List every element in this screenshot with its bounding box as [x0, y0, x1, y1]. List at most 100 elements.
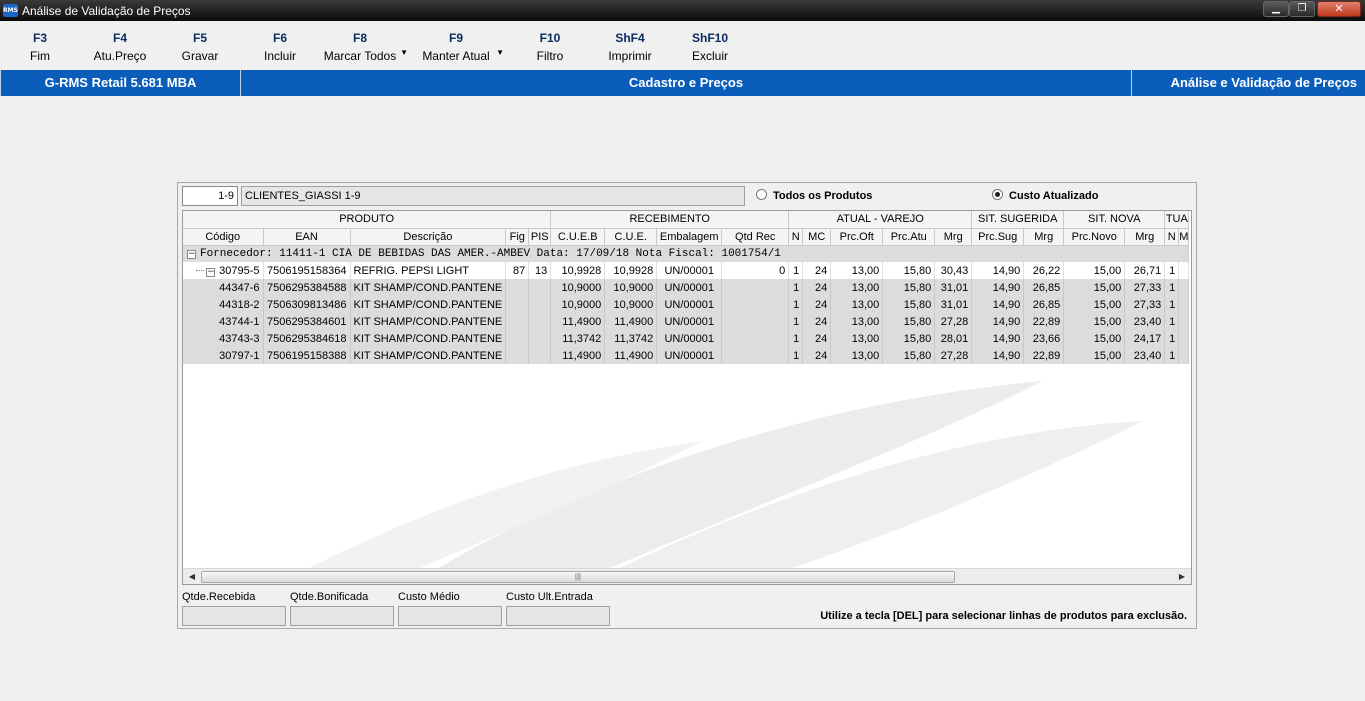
horizontal-scrollbar[interactable]: ◀ ||| ▶ [183, 568, 1191, 584]
table-cell: 14,90 [971, 279, 1025, 296]
table-cell [528, 347, 552, 364]
table-cell: 30,43 [934, 262, 973, 279]
table-row[interactable]: 43743-3 7506295384618 KIT SHAMP/COND.PANTE… [183, 330, 1190, 347]
table-row[interactable]: 44347-6 7506295384588 KIT SHAMP/COND.PANTE… [183, 279, 1190, 296]
table-cell: 13,00 [830, 313, 884, 330]
scroll-left-icon[interactable]: ◀ [185, 571, 199, 583]
table-cell: 27,28 [934, 313, 973, 330]
column-header[interactable]: Prc.Atu [882, 228, 936, 246]
toolbar-button-f5[interactable]: F5 Gravar [176, 30, 224, 64]
column-header[interactable]: N [1164, 228, 1180, 246]
table-cell: 24 [802, 262, 832, 279]
scroll-right-icon[interactable]: ▶ [1175, 571, 1189, 583]
table-cell: 26,71 [1124, 262, 1166, 279]
toolbar-button-f9[interactable]: F9 Manter Atual ▼ [414, 30, 504, 64]
column-header[interactable]: PIS [528, 228, 552, 246]
column-header[interactable]: Prc.Sug [971, 228, 1025, 246]
table-cell: −30795-5 [183, 262, 264, 279]
table-cell: 13 [528, 262, 552, 279]
column-header[interactable]: MC [802, 228, 832, 246]
table-cell: 10,9000 [550, 296, 606, 313]
dropdown-arrow-icon[interactable]: ▼ [496, 48, 504, 57]
table-cell: 15,00 [1063, 296, 1126, 313]
products-grid[interactable]: PRODUTO RECEBIMENTO ATUAL - VAREJO SIT. SUG… [182, 210, 1192, 585]
toolbar-label: Gravar [181, 49, 219, 63]
column-header[interactable]: Prc.Novo [1063, 228, 1126, 246]
column-header[interactable]: Prc.Oft [830, 228, 884, 246]
column-header[interactable]: Código [183, 228, 264, 246]
table-cell [505, 279, 530, 296]
column-header[interactable]: Embalagem [656, 228, 723, 246]
supplier-group-row[interactable]: − Fornecedor: 11411-1 CIA DE BEBIDAS DAS … [183, 245, 1190, 262]
table-cell: 15,80 [882, 330, 936, 347]
toolbar-button-f3[interactable]: F3 Fim [22, 30, 58, 64]
radio-all-products[interactable]: Todos os Produtos [756, 189, 872, 202]
store-code-field[interactable]: 1-9 [182, 186, 238, 206]
column-header[interactable]: C.U.E.B [550, 228, 606, 246]
table-row[interactable]: 43744-1 7506295384601 KIT SHAMP/COND.PANTE… [183, 313, 1190, 330]
toolbar-label: Incluir [263, 49, 296, 63]
maximize-button[interactable]: ❐ [1289, 1, 1315, 17]
close-button[interactable]: ✕ [1317, 1, 1361, 17]
column-group-header: SIT. NOVA [1063, 211, 1166, 229]
column-header[interactable]: Mrg [1023, 228, 1065, 246]
dropdown-arrow-icon[interactable]: ▼ [400, 48, 408, 57]
table-cell [528, 313, 552, 330]
radio-unchecked-icon [756, 189, 767, 200]
column-header[interactable]: Fig [505, 228, 530, 246]
table-cell: KIT SHAMP/COND.PANTENE [350, 347, 507, 364]
column-header[interactable]: EAN [263, 228, 351, 246]
table-cell: 23,40 [1124, 313, 1166, 330]
column-header[interactable]: C.U.E. [604, 228, 658, 246]
toolbar-button-shf4[interactable]: ShF4 Imprimir [600, 30, 660, 64]
column-header[interactable]: Mrg [1124, 228, 1166, 246]
collapse-icon[interactable]: − [187, 249, 196, 259]
table-cell: 26,22 [1023, 262, 1065, 279]
table-cell: 28,01 [934, 330, 973, 347]
table-cell: 15,80 [882, 296, 936, 313]
table-cell: KIT SHAMP/COND.PANTENE [350, 279, 507, 296]
table-cell: 23,40 [1124, 347, 1166, 364]
table-row[interactable]: −30795-5 7506195158364 REFRIG. PEPSI LIGHT… [183, 262, 1190, 279]
scroll-grip-icon: ||| [574, 572, 582, 581]
table-cell: 1 [1164, 330, 1180, 347]
column-header[interactable]: Qtd Rec [721, 228, 790, 246]
table-cell: 15,80 [882, 262, 936, 279]
table-cell [528, 330, 552, 347]
table-cell [1178, 330, 1190, 347]
radio-updated-cost[interactable]: Custo Atualizado [992, 189, 1098, 202]
validation-panel: 1-9 CLIENTES_GIASSI 1-9 Todos os Produto… [177, 182, 1197, 629]
table-row[interactable]: 44318-2 7506309813486 KIT SHAMP/COND.PANTE… [183, 296, 1190, 313]
column-header[interactable]: Mrg [934, 228, 973, 246]
table-cell [505, 313, 530, 330]
scroll-thumb[interactable]: ||| [201, 571, 955, 583]
column-header[interactable]: Descrição [350, 228, 507, 246]
table-cell: 24 [802, 296, 832, 313]
table-cell: 10,9000 [604, 279, 658, 296]
rms-logo-icon: RMS [3, 4, 18, 17]
table-cell: UN/00001 [656, 262, 723, 279]
column-header[interactable]: M [1178, 228, 1190, 246]
toolbar-button-f8[interactable]: F8 Marcar Todos ▼ [318, 30, 408, 64]
collapse-icon[interactable]: − [206, 267, 216, 277]
column-header[interactable]: N [788, 228, 804, 246]
table-cell: 1 [788, 347, 804, 364]
toolbar-button-shf10[interactable]: ShF10 Excluir [684, 30, 736, 64]
toolbar-button-f10[interactable]: F10 Filtro [528, 30, 572, 64]
toolbar-button-f6[interactable]: F6 Incluir [256, 30, 304, 64]
grid-table: PRODUTO RECEBIMENTO ATUAL - VAREJO SIT. SUG… [183, 211, 1190, 364]
table-cell: 44347-6 [183, 279, 264, 296]
toolbar-label: Atu.Preço [93, 49, 147, 63]
table-row[interactable]: 30797-1 7506195158388 KIT SHAMP/COND.PANTE… [183, 347, 1190, 364]
table-cell [721, 330, 790, 347]
avg-cost-field [398, 606, 502, 626]
product-version: G-RMS Retail 5.681 MBA [0, 70, 241, 96]
table-cell: 7506309813486 [263, 296, 351, 313]
toolbar-button-f4[interactable]: F4 Atu.Preço [86, 30, 154, 64]
toolbar-label: Manter Atual [422, 49, 490, 63]
minimize-button[interactable]: ▁ [1263, 1, 1289, 17]
table-cell: 11,3742 [604, 330, 658, 347]
last-entry-cost-label: Custo Ult.Entrada [506, 591, 593, 603]
table-cell: 10,9000 [550, 279, 606, 296]
table-cell: KIT SHAMP/COND.PANTENE [350, 313, 507, 330]
